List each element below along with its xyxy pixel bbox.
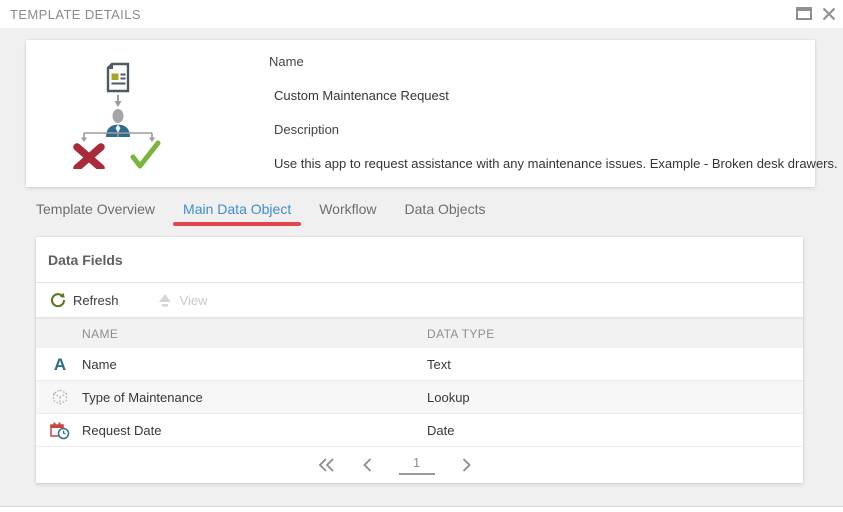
view-label: View (180, 293, 208, 308)
previous-page-icon[interactable] (361, 457, 373, 473)
tab-data-objects[interactable]: Data Objects (395, 194, 496, 228)
template-details-dialog: { "titlebar": { "title": "TEMPLATE DETAI… (0, 0, 843, 512)
next-page-icon[interactable] (461, 457, 473, 473)
refresh-button[interactable]: Refresh (50, 292, 119, 308)
table-row[interactable]: A Name Text (36, 348, 803, 381)
lookup-type-icon (51, 388, 69, 406)
maximize-icon[interactable] (796, 7, 812, 20)
reject-x-icon (77, 147, 101, 168)
view-icon (157, 293, 173, 308)
panel-title: Data Fields (48, 252, 123, 268)
table-toolbar: Refresh View (36, 283, 803, 318)
view-button[interactable]: View (157, 293, 208, 308)
field-data-type: Date (427, 423, 803, 438)
table-row[interactable]: Request Date Date (36, 414, 803, 447)
description-label: Description (274, 122, 339, 137)
field-name: Type of Maintenance (82, 390, 427, 405)
column-header-name: NAME (82, 327, 427, 341)
dialog-title: TEMPLATE DETAILS (10, 7, 141, 22)
name-label: Name (269, 54, 304, 69)
approve-check-icon (133, 143, 158, 166)
template-info-card: Name Custom Maintenance Request Descript… (26, 40, 815, 187)
field-data-type: Text (427, 357, 803, 372)
page-number-input[interactable]: 1 (399, 455, 435, 475)
tab-bar: Template Overview Main Data Object Workf… (26, 194, 503, 228)
refresh-label: Refresh (73, 293, 119, 308)
tab-template-overview[interactable]: Template Overview (26, 194, 165, 228)
column-header-data-type: DATA TYPE (427, 327, 803, 341)
data-fields-panel: Data Fields Refresh View NAME DATA TYPE … (36, 237, 803, 483)
field-name: Name (82, 357, 427, 372)
tab-main-data-object[interactable]: Main Data Object (173, 194, 301, 228)
text-type-icon: A (54, 356, 66, 373)
table-header-row: NAME DATA TYPE (36, 318, 803, 348)
close-icon[interactable] (821, 6, 837, 22)
refresh-icon (50, 292, 66, 308)
dialog-titlebar: TEMPLATE DETAILS (0, 0, 843, 28)
field-data-type: Lookup (427, 390, 803, 405)
date-type-icon (50, 421, 70, 440)
name-value: Custom Maintenance Request (274, 88, 449, 103)
description-value: Use this app to request assistance with … (274, 156, 838, 171)
pagination-bar: 1 (36, 447, 803, 483)
field-name: Request Date (82, 423, 427, 438)
tab-workflow[interactable]: Workflow (309, 194, 386, 228)
first-page-icon[interactable] (317, 457, 335, 473)
table-row[interactable]: Type of Maintenance Lookup (36, 381, 803, 414)
panel-header: Data Fields (36, 237, 803, 283)
dialog-footer (0, 506, 843, 512)
approval-workflow-illustration (73, 61, 165, 169)
